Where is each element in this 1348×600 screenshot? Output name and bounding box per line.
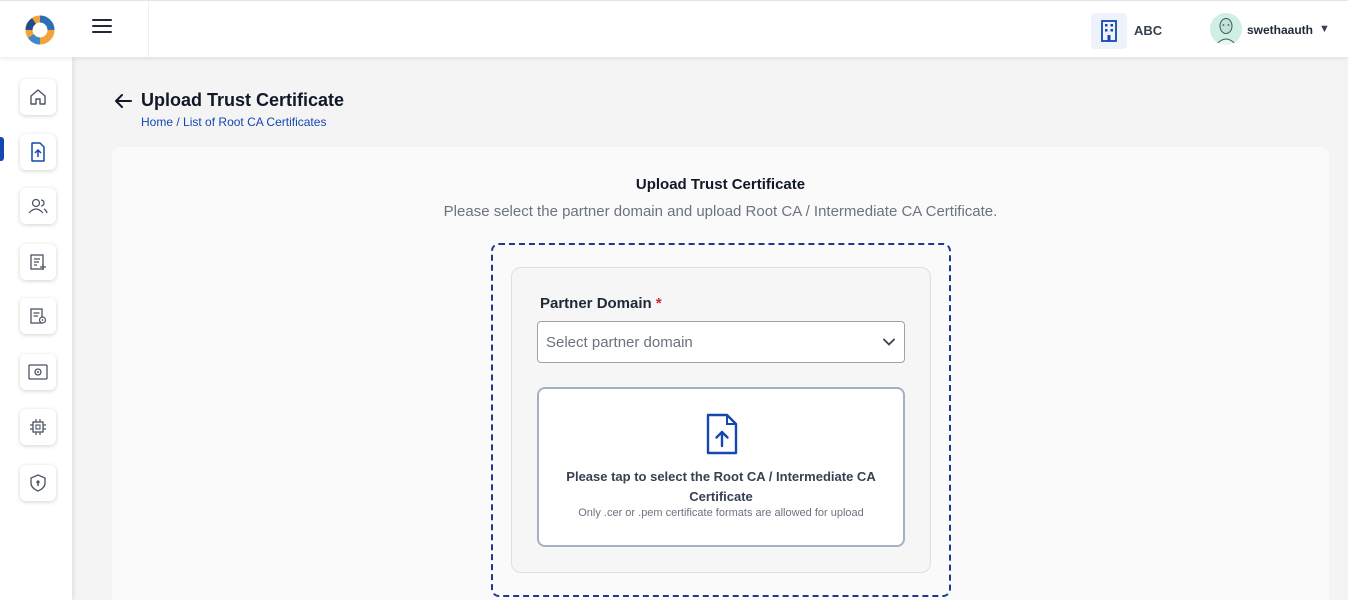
sidebar-item-shield-lock[interactable] [20, 465, 56, 501]
breadcrumb-home-link[interactable]: Home [141, 115, 173, 129]
chip-icon [30, 419, 46, 435]
user-name[interactable]: swethaauth [1247, 23, 1313, 37]
breadcrumb: Home / List of Root CA Certificates [141, 115, 326, 129]
policy-settings-icon [30, 308, 47, 324]
home-icon [30, 89, 46, 105]
upload-instruction: Please tap to select the Root CA / Inter… [566, 469, 876, 504]
sidebar-item-policy-add[interactable] [20, 244, 56, 280]
breadcrumb-current-link[interactable]: List of Root CA Certificates [183, 115, 326, 129]
page-title: Upload Trust Certificate [141, 90, 345, 110]
app-logo[interactable] [24, 14, 56, 46]
menu-toggle-button[interactable] [92, 19, 112, 35]
required-marker: * [655, 295, 662, 312]
partner-domain-placeholder: Select partner domain [546, 334, 693, 351]
sidebar-item-policy-settings[interactable] [20, 298, 56, 334]
upload-format-hint: Only .cer or .pem certificate formats ar… [578, 507, 864, 519]
partner-domain-select[interactable]: Select partner domain [537, 321, 905, 363]
sidebar-item-home[interactable] [20, 79, 56, 115]
shield-lock-icon [30, 474, 46, 492]
header-divider [148, 1, 149, 57]
organization-name: ABC [1134, 23, 1163, 38]
user-menu-caret-icon[interactable]: ▼ [1319, 23, 1330, 35]
form-title: Upload Trust Certificate [635, 176, 806, 193]
partner-domain-label-text: Partner Domain [540, 295, 652, 312]
file-upload-icon [706, 413, 738, 455]
upload-certificate-icon [31, 142, 45, 162]
sidebar-active-indicator [0, 137, 4, 161]
policy-add-icon [30, 254, 46, 270]
partners-icon [28, 198, 48, 214]
sidebar [0, 57, 72, 600]
sidebar-item-chip[interactable] [20, 409, 56, 445]
sidebar-item-upload-certificate[interactable] [20, 134, 56, 170]
device-settings-icon [28, 364, 48, 380]
sidebar-item-device-settings[interactable] [20, 354, 56, 390]
certificate-upload-area[interactable]: Please tap to select the Root CA / Inter… [537, 387, 905, 547]
top-header: ABC swethaauth ▼ [0, 0, 1348, 57]
form-subtitle: Please select the partner domain and upl… [443, 203, 998, 220]
breadcrumb-separator: / [176, 115, 180, 129]
chevron-down-icon [883, 338, 895, 346]
back-arrow-icon[interactable] [113, 92, 133, 110]
partner-domain-label: Partner Domain * [540, 295, 662, 312]
user-avatar[interactable] [1210, 13, 1242, 45]
building-icon [1091, 13, 1127, 49]
sidebar-item-partners[interactable] [20, 188, 56, 224]
